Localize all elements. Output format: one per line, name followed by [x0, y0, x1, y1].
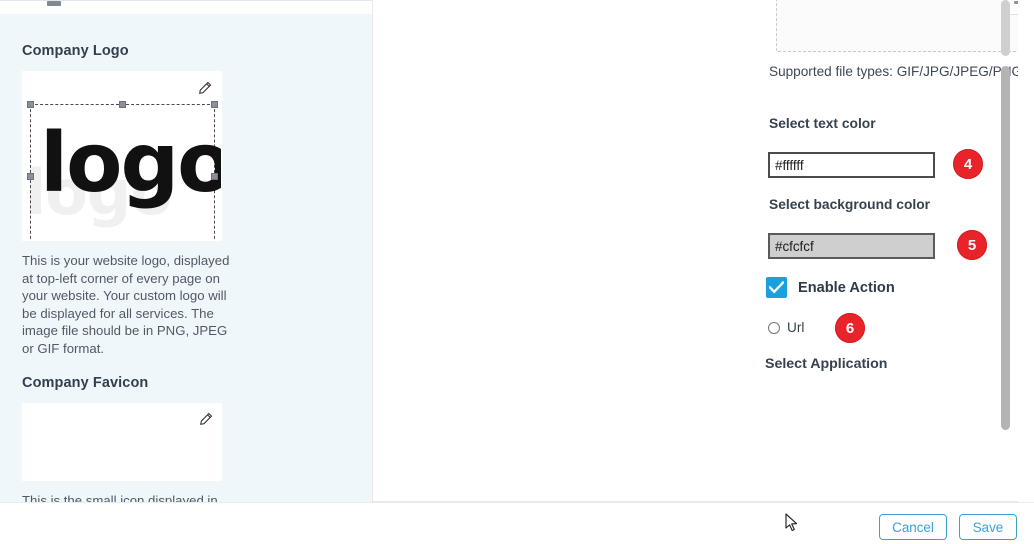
step-badge-4: 4 — [953, 149, 983, 179]
logo-selection-box[interactable]: logo — [27, 101, 221, 240]
scrollbar-thumb[interactable] — [1001, 66, 1010, 430]
background-color-label: Select background color — [769, 197, 931, 212]
pencil-icon[interactable] — [198, 412, 213, 427]
scrollbar-upper-segment[interactable] — [1001, 0, 1010, 56]
resize-handle-top-center[interactable] — [118, 101, 126, 108]
text-color-input[interactable] — [768, 152, 935, 178]
file-dropzone[interactable]: or click here — [776, 0, 1018, 52]
check-icon — [769, 281, 784, 294]
resize-handle-top-right[interactable] — [211, 101, 218, 108]
modal-body: or click here Supported file types: GIF/… — [373, 0, 1018, 501]
step-badge-5: 5 — [957, 230, 987, 260]
step-badge-6: 6 — [835, 313, 865, 343]
top-strip-marker — [47, 1, 61, 6]
background-color-input[interactable] — [768, 233, 935, 259]
enable-action-checkbox[interactable] — [766, 277, 787, 298]
supported-file-types: Supported file types: GIF/JPG/JPEG/PNG/B… — [769, 64, 1018, 79]
link-type-url-option[interactable]: Url — [768, 320, 804, 335]
cancel-button[interactable]: Cancel — [879, 514, 947, 540]
screen: Company Logo logo logo This is your webs… — [0, 0, 1034, 544]
settings-column: Company Logo logo logo This is your webs… — [22, 43, 352, 527]
settings-page-background: Company Logo logo logo This is your webs… — [0, 0, 372, 526]
modal-scrollbar[interactable] — [1001, 0, 1010, 501]
supported-files-row: Supported file types: GIF/JPG/JPEG/PNG/B… — [769, 64, 1018, 79]
save-button[interactable]: Save — [959, 514, 1017, 540]
edit-banner-modal: or click here Supported file types: GIF/… — [372, 0, 1018, 502]
company-logo-title: Company Logo — [22, 43, 129, 59]
resize-handle-top-left[interactable] — [27, 101, 34, 108]
text-color-label: Select text color — [769, 116, 876, 131]
enable-action-label: Enable Action — [798, 279, 895, 296]
company-favicon-title: Company Favicon — [22, 375, 149, 391]
company-favicon-preview[interactable] — [22, 403, 222, 481]
url-radio-label: Url — [787, 320, 805, 335]
pencil-icon[interactable] — [197, 81, 212, 96]
resize-handle-middle-left[interactable] — [27, 172, 34, 180]
select-application-label: Select Application — [765, 356, 888, 372]
company-logo-preview[interactable]: logo logo — [22, 71, 222, 241]
company-logo-helper-text: This is your website logo, displayed at … — [22, 253, 230, 356]
resize-handle-middle-right[interactable] — [211, 172, 218, 180]
page-top-strip — [0, 1, 372, 14]
url-radio[interactable] — [768, 321, 780, 334]
mouse-cursor — [785, 513, 798, 532]
modal-footer: Cancel Save — [0, 502, 1034, 544]
enable-action-row[interactable]: Enable Action — [766, 277, 895, 298]
logo-image-text: logo — [40, 116, 222, 211]
dropzone-content: or click here — [777, 0, 1018, 15]
